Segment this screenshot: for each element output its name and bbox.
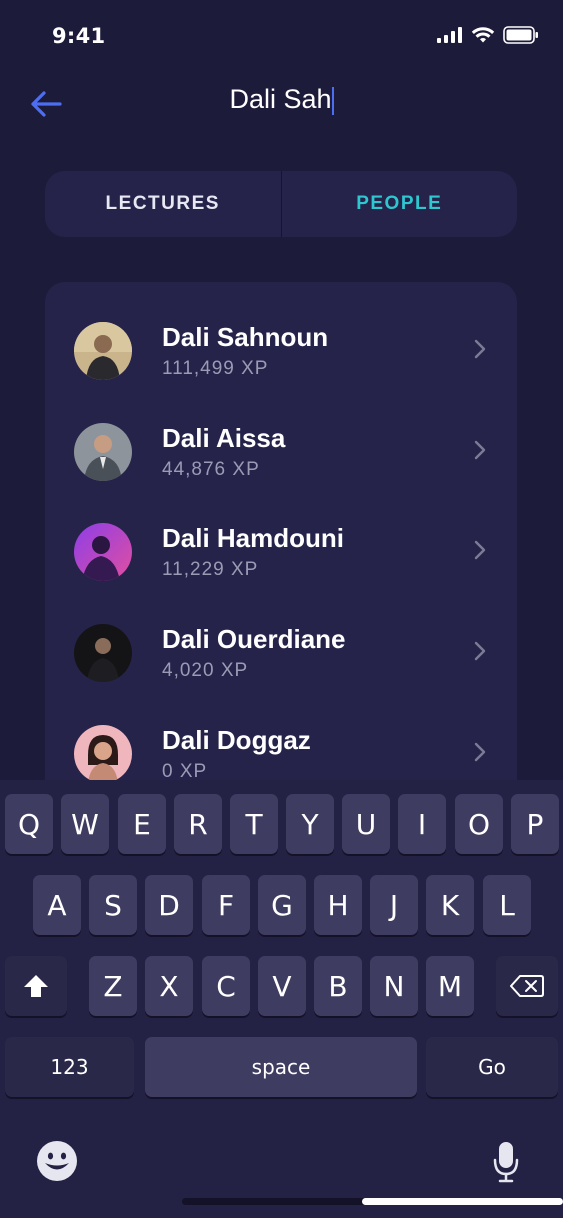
key-y[interactable]: Y xyxy=(286,794,334,854)
key-p[interactable]: P xyxy=(511,794,559,854)
key-j[interactable]: J xyxy=(370,875,418,935)
tab-lectures[interactable]: LECTURES xyxy=(45,171,282,237)
search-header: Dali Sah xyxy=(0,70,563,140)
text-cursor xyxy=(331,86,334,115)
wifi-icon xyxy=(471,27,495,43)
person-name: Dali Aissa xyxy=(162,423,286,453)
search-input[interactable]: Dali Sah xyxy=(229,84,334,115)
key-n[interactable]: N xyxy=(370,956,418,1016)
key-z[interactable]: Z xyxy=(89,956,137,1016)
backspace-icon xyxy=(510,975,544,997)
person-name: Dali Doggaz xyxy=(162,725,311,755)
key-k[interactable]: K xyxy=(426,875,474,935)
search-query: Dali Sah xyxy=(229,84,332,114)
person-name: Dali Hamdouni xyxy=(162,523,345,553)
key-s[interactable]: S xyxy=(89,875,137,935)
chevron-right-icon xyxy=(474,641,486,661)
key-g[interactable]: G xyxy=(258,875,306,935)
avatar xyxy=(74,523,132,581)
person-xp: 4,020 XP xyxy=(162,660,249,681)
shift-key[interactable] xyxy=(5,956,67,1016)
key-d[interactable]: D xyxy=(145,875,193,935)
key-h[interactable]: H xyxy=(314,875,362,935)
chevron-right-icon xyxy=(474,742,486,762)
key-c[interactable]: C xyxy=(202,956,250,1016)
key-x[interactable]: X xyxy=(145,956,193,1016)
key-f[interactable]: F xyxy=(202,875,250,935)
key-u[interactable]: U xyxy=(342,794,390,854)
dictation-button[interactable] xyxy=(492,1140,520,1184)
status-icons xyxy=(437,26,539,44)
key-m[interactable]: M xyxy=(426,956,474,1016)
emoji-icon xyxy=(37,1141,77,1181)
key-w[interactable]: W xyxy=(61,794,109,854)
status-bar: 9:41 xyxy=(0,0,563,70)
person-name: Dali Ouerdiane xyxy=(162,624,346,654)
home-indicator-track xyxy=(182,1198,382,1205)
signal-icon xyxy=(437,27,462,43)
chevron-right-icon xyxy=(474,540,486,560)
space-key[interactable]: space xyxy=(145,1037,417,1097)
on-screen-keyboard: Q W E R T Y U I O P A S D F G H J K L Z … xyxy=(0,780,563,1218)
person-name: Dali Sahnoun xyxy=(162,322,329,352)
avatar xyxy=(74,725,132,783)
key-r[interactable]: R xyxy=(174,794,222,854)
avatar xyxy=(74,423,132,481)
list-item-dali-aissa[interactable]: Dali Aissa 44,876 XP xyxy=(45,411,517,491)
list-item-dali-hamdouni[interactable]: Dali Hamdouni 11,229 XP xyxy=(45,511,517,591)
go-key[interactable]: Go xyxy=(426,1037,558,1097)
people-results-list: Dali Sahnoun 111,499 XP Dali Aissa 44,87… xyxy=(45,282,517,842)
chevron-right-icon xyxy=(474,339,486,359)
avatar xyxy=(74,624,132,682)
key-q[interactable]: Q xyxy=(5,794,53,854)
home-indicator[interactable] xyxy=(362,1198,563,1205)
emoji-button[interactable] xyxy=(36,1140,78,1182)
key-o[interactable]: O xyxy=(455,794,503,854)
search-wrap: Dali Sah xyxy=(0,84,563,115)
numbers-key[interactable]: 123 xyxy=(5,1037,134,1097)
battery-icon xyxy=(503,26,538,44)
chevron-right-icon xyxy=(474,440,486,460)
microphone-icon xyxy=(493,1142,519,1183)
key-v[interactable]: V xyxy=(258,956,306,1016)
list-item-dali-sahnoun[interactable]: Dali Sahnoun 111,499 XP xyxy=(45,310,517,390)
person-xp: 111,499 XP xyxy=(162,358,269,379)
list-item-dali-ouerdiane[interactable]: Dali Ouerdiane 4,020 XP xyxy=(45,612,517,692)
key-t[interactable]: T xyxy=(230,794,278,854)
key-e[interactable]: E xyxy=(118,794,166,854)
segmented-tabs: LECTURES PEOPLE xyxy=(45,171,517,237)
key-a[interactable]: A xyxy=(33,875,81,935)
tab-people[interactable]: PEOPLE xyxy=(282,171,518,237)
backspace-key[interactable] xyxy=(496,956,558,1016)
shift-arrow-icon xyxy=(24,975,48,997)
key-i[interactable]: I xyxy=(398,794,446,854)
status-time: 9:41 xyxy=(52,24,106,48)
key-b[interactable]: B xyxy=(314,956,362,1016)
avatar xyxy=(74,322,132,380)
person-xp: 11,229 XP xyxy=(162,559,259,580)
person-xp: 44,876 XP xyxy=(162,459,260,480)
key-l[interactable]: L xyxy=(483,875,531,935)
